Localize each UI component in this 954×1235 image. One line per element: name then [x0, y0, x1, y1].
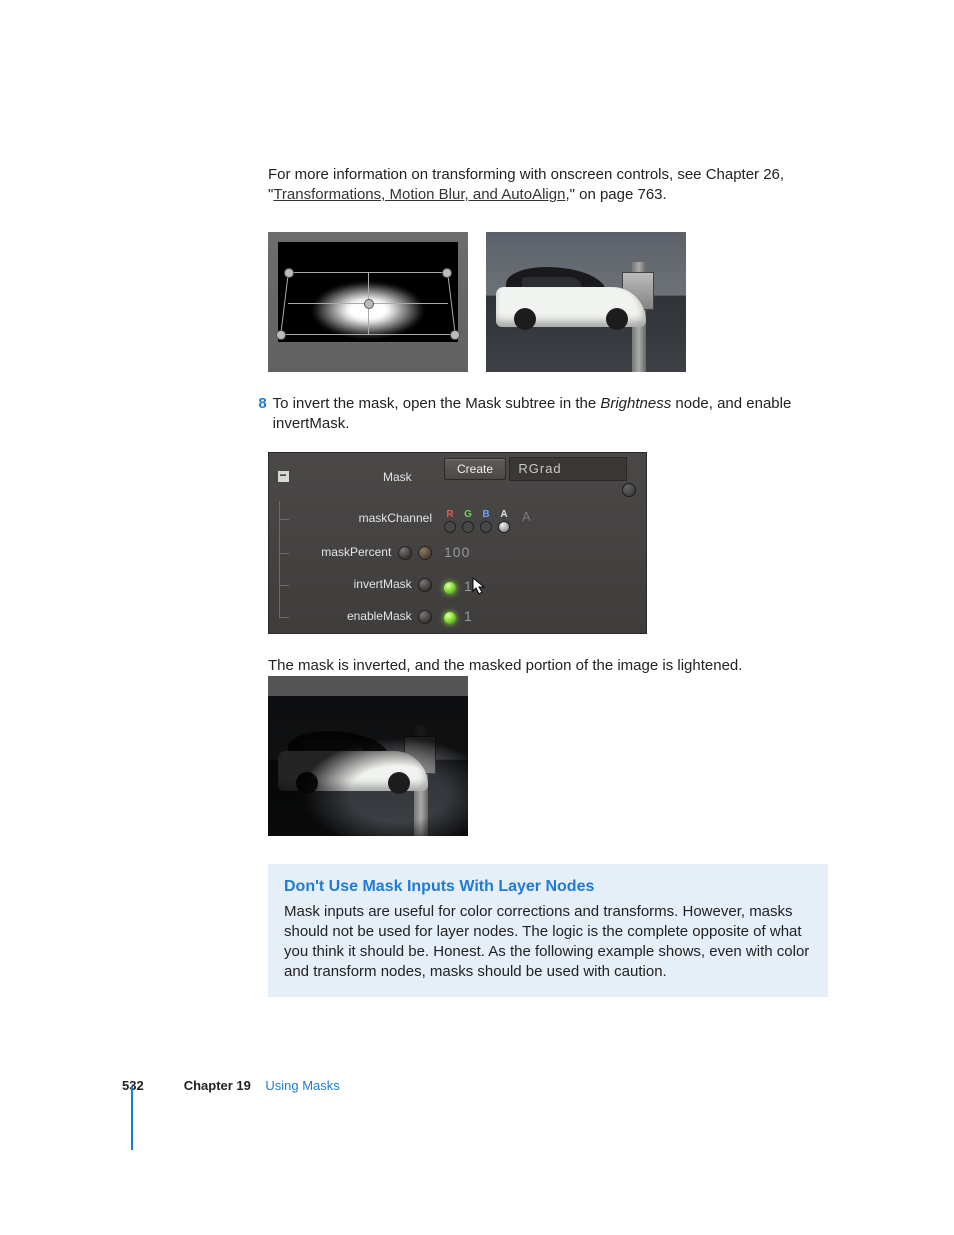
figure-result-preview-2 [268, 676, 468, 836]
mask-parameters-panel: − Mask Create RGrad maskChannel R G B A [268, 452, 647, 634]
note-box: Don't Use Mask Inputs With Layer Nodes M… [268, 864, 828, 997]
tree-collapse-icon[interactable]: − [278, 471, 289, 482]
enablemask-toggle[interactable] [444, 612, 456, 624]
enablemask-value: 1 [464, 608, 473, 624]
channel-a-value: A [522, 510, 531, 523]
create-button[interactable]: Create [444, 458, 506, 480]
note-body: Mask inputs are useful for color correct… [284, 902, 812, 983]
step-text: To invert the mask, open the Mask subtre… [273, 394, 828, 435]
figure-onscreen-controls [268, 232, 468, 372]
channel-a: A [500, 510, 507, 520]
xref-link[interactable]: Transformations, Motion Blur, and AutoAl… [273, 186, 565, 203]
step-number: 8 [250, 394, 273, 435]
channel-selector[interactable]: R G B A A [444, 508, 531, 533]
cursor-icon [472, 577, 486, 599]
figure-result-preview-1 [486, 232, 686, 372]
clock-icon[interactable] [418, 610, 432, 624]
after-panel-text: The mask is inverted, and the masked por… [268, 656, 828, 676]
step-italic: Brightness [600, 395, 671, 412]
auto-icon[interactable] [418, 546, 432, 560]
channel-b: B [482, 510, 489, 520]
label-maskpercent: maskPercent [321, 545, 391, 559]
chapter-label: Chapter 19 [184, 1078, 251, 1093]
label-invertmask: invertMask [354, 577, 412, 591]
output-knob-icon[interactable] [622, 483, 636, 497]
label-mask: Mask [383, 470, 412, 484]
page-footer: 532 Chapter 19 Using Masks [122, 1077, 340, 1095]
chapter-title: Using Masks [265, 1078, 339, 1093]
intro-paragraph: For more information on transforming wit… [268, 165, 828, 206]
footer-rule [131, 1086, 133, 1150]
maskpercent-value[interactable]: 100 [444, 544, 470, 560]
clock-icon[interactable] [398, 546, 412, 560]
intro-line1: For more information on transforming wit… [268, 166, 784, 183]
channel-g: G [464, 510, 472, 520]
channel-r: R [446, 510, 453, 520]
invertmask-toggle[interactable] [444, 582, 456, 594]
clock-icon[interactable] [418, 578, 432, 592]
label-maskchannel: maskChannel [359, 511, 432, 525]
step-t1: To invert the mask, open the Mask subtre… [273, 395, 601, 412]
label-enablemask: enableMask [347, 609, 412, 623]
mask-node-field[interactable]: RGrad [509, 457, 627, 481]
note-title: Don't Use Mask Inputs With Layer Nodes [284, 876, 812, 898]
intro-tail: ," on page 763. [565, 186, 666, 203]
